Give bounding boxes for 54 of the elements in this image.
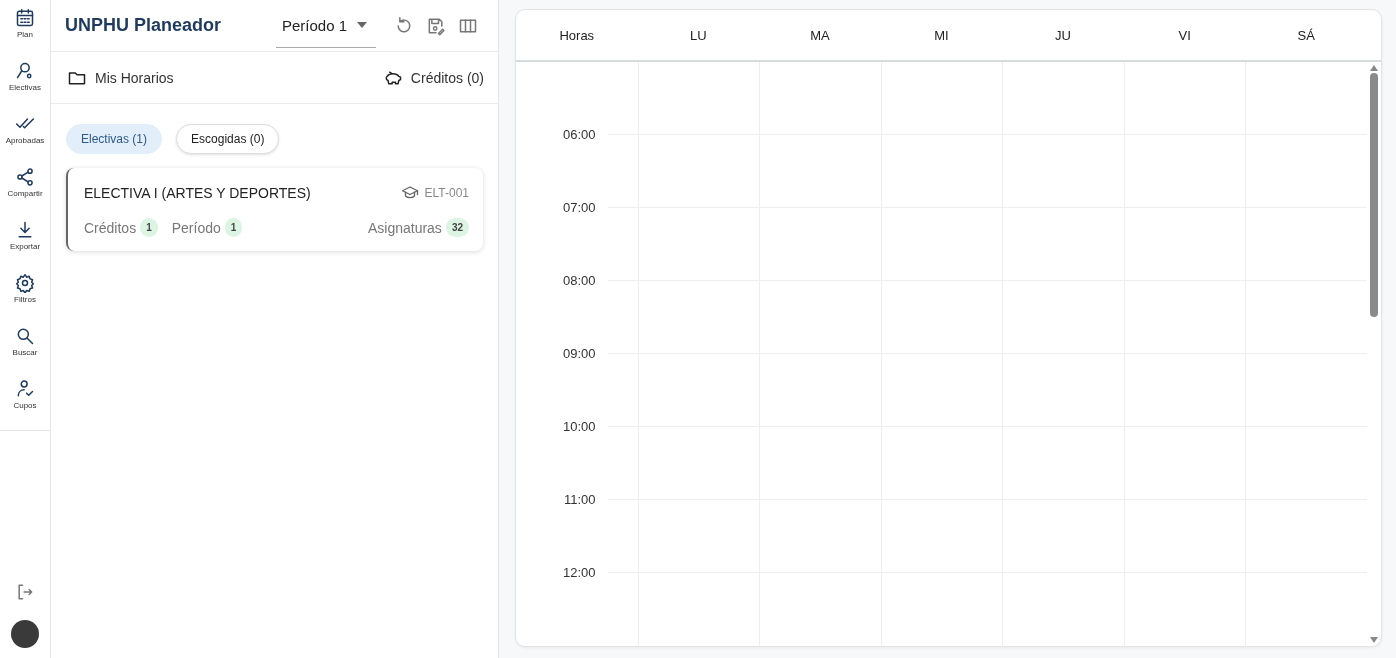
sidebar-item[interactable]: Exportar xyxy=(0,218,50,271)
course-code: ELT-001 xyxy=(424,186,469,200)
column-header: MA xyxy=(810,27,830,43)
sidebar-item[interactable]: Buscar xyxy=(0,324,50,377)
period-select[interactable]: Período 1 xyxy=(276,3,376,48)
time-slot[interactable] xyxy=(1123,62,1246,135)
avatar[interactable] xyxy=(11,620,39,648)
stat-label: Créditos xyxy=(84,219,137,236)
hour-label: 11:00 xyxy=(564,491,596,507)
hour-label: 09:00 xyxy=(563,345,596,361)
app-title: UNPHU Planeador xyxy=(65,15,223,36)
time-slot[interactable] xyxy=(759,62,881,135)
settings-icon xyxy=(15,273,35,293)
stat-label: Período xyxy=(171,219,221,236)
column-header: SÁ xyxy=(1297,27,1315,43)
count-badge: 32 xyxy=(445,218,469,237)
sidebar-item[interactable]: Compartir xyxy=(0,165,50,218)
hour-label: 10:00 xyxy=(563,418,596,434)
hour-label: 06:00 xyxy=(563,126,596,142)
scroll-thumb[interactable] xyxy=(1370,73,1378,317)
count-badge: 1 xyxy=(224,218,243,237)
filter-tab[interactable]: Electivas (1) xyxy=(66,124,163,154)
column-header: Horas xyxy=(559,27,595,43)
search-icon xyxy=(15,326,35,346)
time-slot[interactable] xyxy=(1002,62,1124,135)
person-check-icon xyxy=(15,379,35,399)
course-card[interactable]: ELECTIVA I (ARTES Y DEPORTES) ELT-001 Créditos 1 Período 1 Asignaturas 32 xyxy=(66,168,483,251)
sidebar-item[interactable]: Cupos xyxy=(0,377,50,430)
hour-label: 12:00 xyxy=(563,564,596,580)
sidebar-item[interactable]: Aprobadas xyxy=(0,112,50,165)
time-slot[interactable] xyxy=(637,62,760,135)
course-title: ELECTIVA I (ARTES Y DEPORTES) xyxy=(84,185,311,201)
filter-tab[interactable]: Escogidas (0) xyxy=(176,124,280,154)
share-icon xyxy=(15,167,35,187)
download-icon xyxy=(15,220,35,240)
column-header: JU xyxy=(1055,27,1071,43)
logout-icon xyxy=(15,582,35,602)
credits-link[interactable]: Créditos (0) xyxy=(382,67,484,88)
hour-label: 07:00 xyxy=(563,199,596,215)
count-badge: 1 xyxy=(140,218,158,237)
scroll-up-icon[interactable] xyxy=(1370,65,1378,71)
column-header: MI xyxy=(934,27,949,43)
sidebar-item[interactable]: Electivas xyxy=(0,59,50,112)
schedules-link[interactable]: Mis Horarios xyxy=(67,67,174,88)
scroll-down-icon[interactable] xyxy=(1370,637,1378,643)
sidebar-item[interactable]: Filtros xyxy=(0,271,50,324)
sidebar-item[interactable]: Plan xyxy=(0,6,50,59)
column-header: VI xyxy=(1178,27,1191,43)
stat-label: Asignaturas xyxy=(367,219,442,236)
calendar-icon xyxy=(15,8,35,28)
time-slot[interactable] xyxy=(880,62,1003,135)
column-header: LU xyxy=(690,27,707,43)
hour-label: 08:00 xyxy=(563,272,596,288)
caret-icon xyxy=(357,22,368,28)
